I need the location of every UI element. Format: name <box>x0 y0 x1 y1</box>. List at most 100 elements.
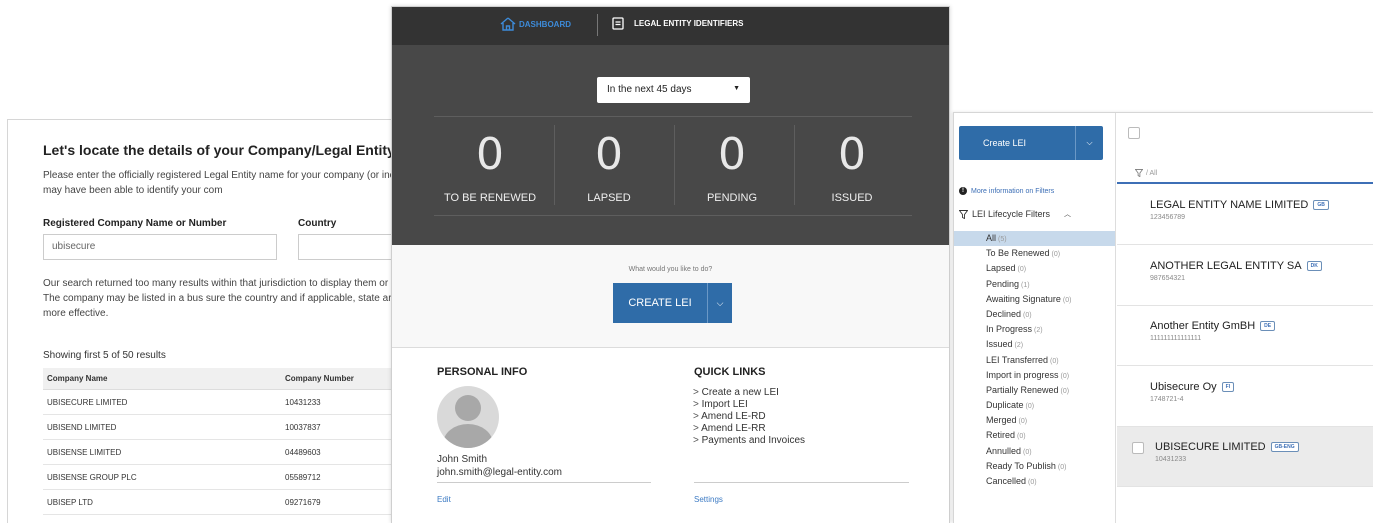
results-table: Company Name Company Number UBISECURE LI… <box>43 368 406 515</box>
company-name-cell: UBISECURE LIMITED <box>43 389 281 415</box>
chevron-up-icon: ︿ <box>1064 211 1072 218</box>
entity-row[interactable]: UBISECURE LIMITED GB-ENG 10431233 <box>1117 427 1373 487</box>
table-row[interactable]: UBISENSE LIMITED 04489603 <box>43 439 406 465</box>
entity-name-line: ANOTHER LEGAL ENTITY SA DK <box>1150 260 1322 272</box>
entity-name-line: UBISECURE LIMITED GB-ENG <box>1155 441 1299 453</box>
personal-info-title: PERSONAL INFO <box>437 366 528 378</box>
entity-name-line: Ubisecure Oy FI <box>1150 380 1235 393</box>
user-name: John Smith <box>437 454 488 465</box>
table-row[interactable]: UBISECURE LIMITED 10431233 <box>43 389 406 415</box>
lifecycle-filter-item[interactable]: Import in progress (0) <box>954 368 1115 383</box>
company-name-input[interactable]: ubisecure <box>43 234 277 260</box>
quick-link-import[interactable]: Import LEI <box>693 399 805 411</box>
lifecycle-filters-toggle[interactable]: LEI Lifecycle Filters ︿ <box>959 209 1071 219</box>
chevron-down-icon[interactable]: ⌵ <box>1075 126 1103 160</box>
filter-label: Pending <box>986 278 1020 289</box>
row-checkbox[interactable] <box>1132 442 1144 454</box>
stat-label: LAPSED <box>587 192 631 204</box>
active-filter-bar: / All <box>1117 164 1373 184</box>
select-all-checkbox[interactable] <box>1128 127 1140 139</box>
stat-to-be-renewed[interactable]: 0 TO BE RENEWED <box>430 130 550 205</box>
entity-row[interactable]: Ubisecure Oy FI 1748721-4 <box>1117 367 1373 427</box>
lifecycle-filter-item[interactable]: Partially Renewed (0) <box>954 383 1115 398</box>
lifecycle-filter-item[interactable]: To Be Renewed (0) <box>954 246 1115 261</box>
lifecycle-filter-item[interactable]: Awaiting Signature (0) <box>954 292 1115 307</box>
table-row[interactable]: UBISEP LTD 09271679 <box>43 489 406 515</box>
lifecycle-filter-item[interactable]: Cancelled (0) <box>954 474 1115 489</box>
stat-value: 0 <box>838 129 866 180</box>
company-number-cell: 09271679 <box>281 489 406 515</box>
lifecycle-filter-item[interactable]: LEI Transferred (0) <box>954 353 1115 368</box>
filter-count: (0) <box>1025 403 1035 411</box>
filter-count: (0) <box>1050 357 1059 365</box>
entity-row[interactable]: ANOTHER LEGAL ENTITY SA DK 987654321 <box>1117 246 1373 306</box>
company-name-cell: UBISENSE LIMITED <box>43 439 281 465</box>
filter-count: (0) <box>1060 372 1070 380</box>
stats-top-line <box>434 116 912 117</box>
filter-count: (2) <box>1014 342 1024 350</box>
create-lei-button[interactable]: CREATE LEI ⌵ <box>613 283 732 323</box>
stat-pending[interactable]: 0 PENDING <box>672 130 792 205</box>
lifecycle-filter-item[interactable]: Annulled (0) <box>954 444 1115 459</box>
filter-count: (0) <box>1017 266 1027 274</box>
filter-label: Ready To Publish <box>986 460 1056 471</box>
stat-lapsed[interactable]: 0 LAPSED <box>549 130 669 205</box>
filter-label: Lapsed <box>986 263 1016 274</box>
lifecycle-filter-item[interactable]: Retired (0) <box>954 428 1115 443</box>
settings-link[interactable]: Settings <box>694 495 723 504</box>
chevron-down-icon[interactable]: ⌵ <box>707 283 732 323</box>
more-info-link[interactable]: ! More information on Filters <box>959 187 1054 195</box>
stat-issued[interactable]: 0 ISSUED <box>792 129 912 205</box>
lifecycle-filter-item[interactable]: Merged (0) <box>954 413 1115 428</box>
create-lei-label: CREATE LEI <box>628 297 692 309</box>
personal-divider <box>437 482 651 483</box>
entity-name: Ubisecure Oy <box>1150 380 1217 393</box>
filter-count: (1) <box>1021 281 1030 289</box>
entity-id: 987654321 <box>1150 274 1186 282</box>
table-row[interactable]: UBISEND LIMITED 10037837 <box>43 414 406 440</box>
filter-count: (0) <box>1062 296 1072 304</box>
filter-label: Import in progress <box>986 369 1059 380</box>
filter-label: Issued <box>986 339 1013 350</box>
filters-sidebar: Create LEI ⌵ ! More information on Filte… <box>954 113 1116 523</box>
filter-label: Duplicate <box>986 400 1024 411</box>
lifecycle-filter-item[interactable]: Pending (1) <box>954 277 1115 292</box>
filter-label: Merged <box>986 415 1017 426</box>
filter-count: (2) <box>1034 327 1043 335</box>
more-info-label: More information on Filters <box>971 187 1055 195</box>
nav-lei-label: LEGAL ENTITY IDENTIFIERS <box>634 19 744 28</box>
edit-link[interactable]: Edit <box>437 495 451 504</box>
entity-list: / All LEGAL ENTITY NAME LIMITED GB 1234567… <box>1117 113 1373 523</box>
filter-label: In Progress <box>986 324 1033 335</box>
entity-id: 111111111111111 <box>1150 335 1202 342</box>
quick-link-payments[interactable]: Payments and Invoices <box>693 435 805 447</box>
entity-row[interactable]: Another Entity GmBH DE 111111111111111 <box>1117 306 1373 366</box>
filter-count: (0) <box>1023 448 1032 456</box>
period-select[interactable]: In the next 45 days ▼ <box>597 77 750 103</box>
lifecycle-filter-item[interactable]: Duplicate (0) <box>954 398 1115 413</box>
nav-legal-entity-identifiers[interactable]: LEGAL ENTITY IDENTIFIERS <box>612 17 744 30</box>
filter-count: (0) <box>1017 433 1026 441</box>
lifecycle-filter-item[interactable]: All (5) <box>954 231 1115 247</box>
lifecycle-filter-item[interactable]: Issued (2) <box>954 337 1115 352</box>
nav-dashboard-label: DASHBOARD <box>519 19 571 29</box>
create-lei-button[interactable]: Create LEI ⌵ <box>959 126 1103 160</box>
lifecycle-filter-item[interactable]: Declined (0) <box>954 307 1115 322</box>
nav-dashboard[interactable]: DASHBOARD <box>500 17 571 31</box>
lifecycle-filter-item[interactable]: In Progress (2) <box>954 322 1115 337</box>
nav-divider <box>597 14 598 36</box>
quick-link-amend-rd[interactable]: Amend LE-RD <box>693 411 805 423</box>
quick-link-amend-rr[interactable]: Amend LE-RR <box>693 423 805 435</box>
entity-id: 123456789 <box>1150 214 1186 221</box>
entity-id: 10431233 <box>1155 456 1187 463</box>
dashboard-panel: DASHBOARD LEGAL ENTITY IDENTIFIERS In th… <box>391 6 950 523</box>
lifecycle-filter-item[interactable]: Ready To Publish (0) <box>954 459 1115 474</box>
search-intro: Please enter the officially registered L… <box>43 170 406 196</box>
lifecycle-filter-item[interactable]: Lapsed (0) <box>954 261 1115 276</box>
home-icon <box>500 17 516 31</box>
entity-row[interactable]: LEGAL ENTITY NAME LIMITED GB 123456789 <box>1117 185 1373 245</box>
quick-link-create[interactable]: Create a new LEI <box>693 387 805 399</box>
lifecycle-filter-list: All (5) To Be Renewed (0) Lapsed (0) Pending (1… <box>954 231 1115 489</box>
table-row[interactable]: UBISENSE GROUP PLC 05589712 <box>43 464 406 490</box>
company-number-cell: 05589712 <box>281 464 406 490</box>
